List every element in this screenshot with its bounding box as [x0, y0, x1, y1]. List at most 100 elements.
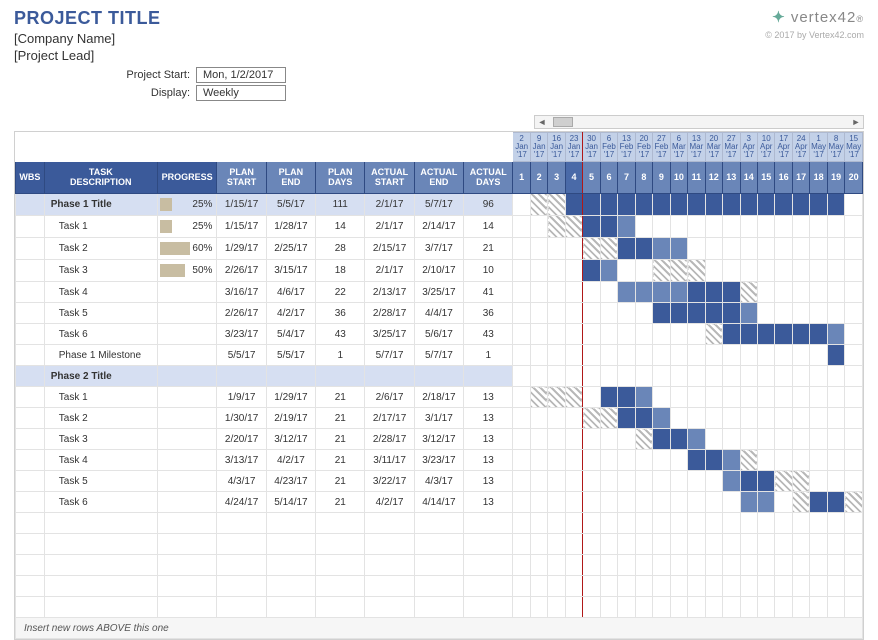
task-name[interactable]: Task 2: [44, 238, 157, 260]
empty-cell[interactable]: [757, 534, 774, 555]
empty-cell[interactable]: [365, 534, 414, 555]
data-cell[interactable]: 41: [464, 282, 513, 303]
data-cell[interactable]: 2/25/17: [266, 238, 315, 260]
empty-cell[interactable]: [464, 555, 513, 576]
empty-cell[interactable]: [316, 513, 365, 534]
data-cell[interactable]: 43: [316, 324, 365, 345]
empty-cell[interactable]: [316, 597, 365, 618]
progress-cell[interactable]: [157, 387, 217, 408]
wbs-cell[interactable]: [16, 324, 45, 345]
task-name[interactable]: Task 3: [44, 260, 157, 282]
empty-cell[interactable]: [217, 597, 266, 618]
empty-cell[interactable]: [464, 534, 513, 555]
company-name[interactable]: [Company Name]: [14, 31, 161, 46]
empty-cell[interactable]: [414, 597, 463, 618]
empty-cell[interactable]: [266, 576, 315, 597]
empty-cell[interactable]: [414, 534, 463, 555]
empty-cell[interactable]: [740, 576, 757, 597]
empty-cell[interactable]: [723, 555, 740, 576]
wbs-cell[interactable]: [16, 303, 45, 324]
empty-cell[interactable]: [600, 534, 617, 555]
data-cell[interactable]: 3/12/17: [266, 429, 315, 450]
data-cell[interactable]: 21: [316, 408, 365, 429]
empty-cell[interactable]: [266, 513, 315, 534]
data-cell[interactable]: 43: [464, 324, 513, 345]
data-cell[interactable]: 1: [316, 345, 365, 366]
data-cell[interactable]: 4/3/17: [414, 471, 463, 492]
data-cell[interactable]: 2/1/17: [365, 216, 414, 238]
data-cell[interactable]: 28: [316, 238, 365, 260]
data-cell[interactable]: 5/5/17: [266, 345, 315, 366]
data-cell[interactable]: 3/1/17: [414, 408, 463, 429]
empty-cell[interactable]: [670, 534, 687, 555]
data-cell[interactable]: 3/15/17: [266, 260, 315, 282]
empty-cell[interactable]: [810, 555, 827, 576]
task-name[interactable]: Task 1: [44, 216, 157, 238]
data-cell[interactable]: 36: [316, 303, 365, 324]
wbs-cell[interactable]: [16, 492, 45, 513]
data-cell[interactable]: 5/5/17: [217, 345, 266, 366]
empty-cell[interactable]: [44, 597, 157, 618]
empty-cell[interactable]: [827, 534, 844, 555]
data-cell[interactable]: 21: [316, 429, 365, 450]
data-cell[interactable]: 36: [464, 303, 513, 324]
empty-cell[interactable]: [16, 534, 45, 555]
empty-cell[interactable]: [157, 576, 217, 597]
data-cell[interactable]: 2/28/17: [365, 303, 414, 324]
data-cell[interactable]: 13: [464, 492, 513, 513]
data-cell[interactable]: [217, 366, 266, 387]
data-cell[interactable]: 4/6/17: [266, 282, 315, 303]
empty-cell[interactable]: [827, 555, 844, 576]
data-cell[interactable]: 2/19/17: [266, 408, 315, 429]
empty-cell[interactable]: [464, 576, 513, 597]
empty-cell[interactable]: [548, 513, 565, 534]
data-cell[interactable]: 3/13/17: [217, 450, 266, 471]
empty-cell[interactable]: [583, 513, 600, 534]
empty-cell[interactable]: [618, 597, 635, 618]
task-name[interactable]: Task 4: [44, 282, 157, 303]
data-cell[interactable]: 5/4/17: [266, 324, 315, 345]
empty-cell[interactable]: [618, 513, 635, 534]
empty-cell[interactable]: [217, 576, 266, 597]
data-cell[interactable]: [316, 366, 365, 387]
task-name[interactable]: Task 5: [44, 471, 157, 492]
data-cell[interactable]: 3/25/17: [414, 282, 463, 303]
data-cell[interactable]: 4/23/17: [266, 471, 315, 492]
data-cell[interactable]: 13: [464, 408, 513, 429]
empty-cell[interactable]: [565, 555, 582, 576]
empty-cell[interactable]: [266, 534, 315, 555]
progress-cell[interactable]: [157, 492, 217, 513]
empty-cell[interactable]: [740, 534, 757, 555]
empty-cell[interactable]: [548, 576, 565, 597]
wbs-cell[interactable]: [16, 345, 45, 366]
empty-cell[interactable]: [775, 513, 792, 534]
empty-cell[interactable]: [44, 513, 157, 534]
data-cell[interactable]: 96: [464, 194, 513, 216]
empty-cell[interactable]: [157, 555, 217, 576]
data-cell[interactable]: 3/11/17: [365, 450, 414, 471]
empty-cell[interactable]: [740, 597, 757, 618]
data-cell[interactable]: 3/25/17: [365, 324, 414, 345]
data-cell[interactable]: 3/23/17: [414, 450, 463, 471]
empty-cell[interactable]: [688, 576, 705, 597]
data-cell[interactable]: 1: [464, 345, 513, 366]
timeline-scrollbar[interactable]: ◄ ►: [534, 115, 864, 129]
empty-cell[interactable]: [845, 555, 863, 576]
empty-cell[interactable]: [653, 597, 670, 618]
empty-cell[interactable]: [757, 555, 774, 576]
progress-cell[interactable]: [157, 450, 217, 471]
empty-cell[interactable]: [618, 555, 635, 576]
empty-cell[interactable]: [845, 534, 863, 555]
empty-cell[interactable]: [635, 513, 652, 534]
empty-cell[interactable]: [670, 555, 687, 576]
empty-cell[interactable]: [740, 555, 757, 576]
empty-cell[interactable]: [316, 576, 365, 597]
project-start-input[interactable]: Mon, 1/2/2017: [196, 67, 286, 83]
empty-cell[interactable]: [44, 576, 157, 597]
data-cell[interactable]: 1/9/17: [217, 387, 266, 408]
wbs-cell[interactable]: [16, 238, 45, 260]
empty-cell[interactable]: [530, 513, 547, 534]
empty-cell[interactable]: [635, 534, 652, 555]
data-cell[interactable]: 4/4/17: [414, 303, 463, 324]
data-cell[interactable]: 1/30/17: [217, 408, 266, 429]
